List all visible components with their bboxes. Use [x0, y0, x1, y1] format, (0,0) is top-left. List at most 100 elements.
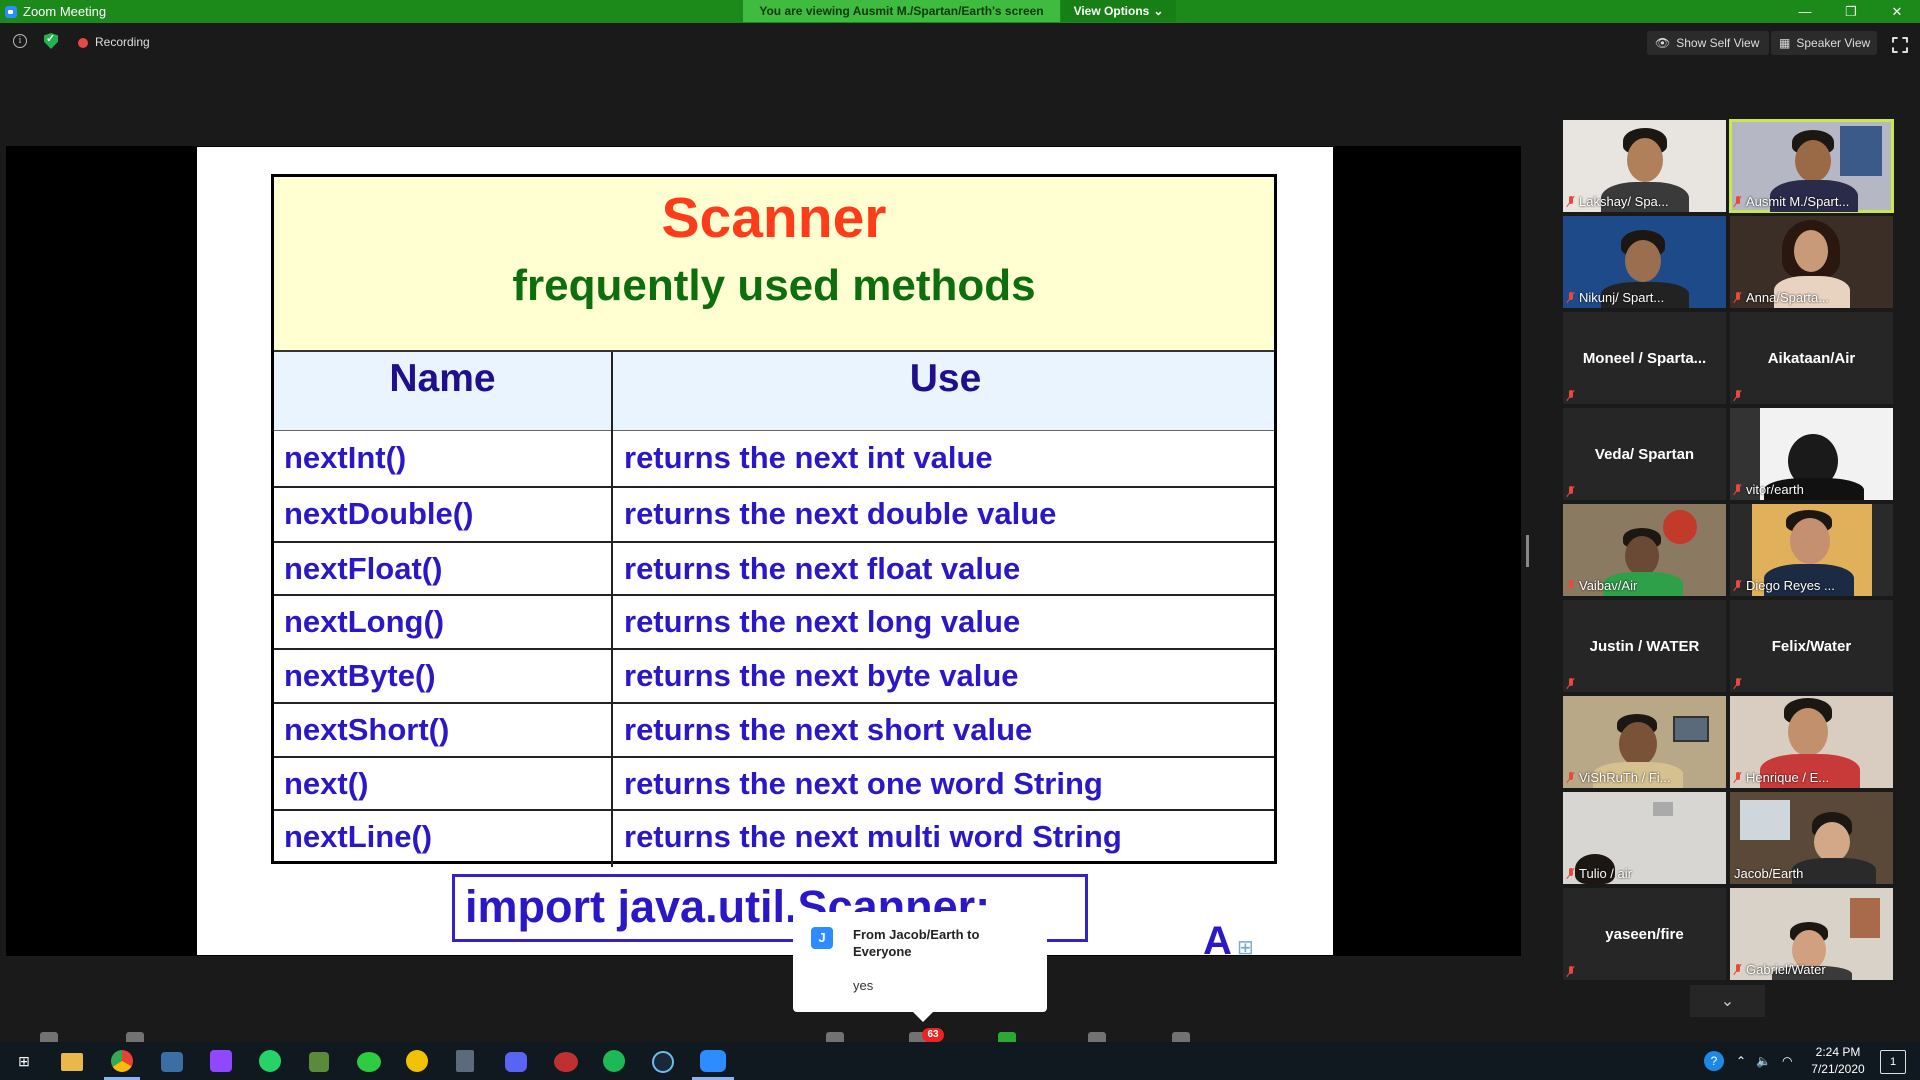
participant-tile[interactable]: Moneel / Sparta...	[1563, 312, 1726, 404]
twitch-icon[interactable]	[210, 1050, 232, 1072]
participant-name: Ausmit M./Spart...	[1746, 194, 1850, 209]
mic-muted-icon	[1734, 484, 1742, 495]
slide-subtitle: frequently used methods	[512, 261, 1036, 310]
help-icon[interactable]: ?	[1704, 1051, 1724, 1071]
view-options-label: View Options	[1073, 4, 1150, 18]
clock-time: 2:24 PM	[1815, 1045, 1861, 1059]
reactions-button-partial[interactable]	[1172, 1032, 1190, 1042]
minimize-button[interactable]: —	[1782, 0, 1828, 23]
participant-tile[interactable]: Ausmit M./Spart...	[1729, 119, 1894, 213]
chrome-icon[interactable]	[111, 1050, 133, 1072]
action-center-icon[interactable]: 1	[1880, 1050, 1906, 1074]
participant-tile[interactable]: Tulio / air	[1563, 792, 1726, 884]
participant-name-center: yaseen/fire	[1605, 925, 1684, 943]
participant-tile[interactable]: Henrique / E...	[1730, 696, 1893, 788]
tray-overflow-icon[interactable]: ⌃	[1736, 1042, 1746, 1080]
slide-logo: A	[1203, 919, 1232, 955]
maximize-button[interactable]: ❐	[1828, 0, 1874, 23]
start-icon[interactable]: ⊞	[11, 1048, 37, 1074]
participant-tile[interactable]: Gabriel/Water	[1730, 888, 1893, 980]
participant-name: Gabriel/Water	[1746, 962, 1826, 977]
mic-muted-icon	[1567, 966, 1575, 977]
wifi-icon[interactable]: ◠	[1782, 1042, 1792, 1080]
participant-gallery: Lakshay/ Spa... Ausmit M./Spart... Nikun…	[1563, 119, 1894, 980]
participant-name: Henrique / E...	[1746, 770, 1830, 785]
chat-notification[interactable]: J From Jacob/Earth to Everyone yes	[793, 912, 1047, 1022]
participant-name-center: Felix/Water	[1771, 637, 1852, 655]
system-clock[interactable]: 2:24 PM 7/21/2020	[1798, 1044, 1878, 1078]
participant-tile[interactable]: ViShRuTh / Fi...	[1563, 696, 1726, 788]
participant-tile[interactable]: vitor/earth	[1730, 408, 1893, 500]
participant-tile[interactable]: Veda/ Spartan	[1563, 408, 1726, 500]
mic-muted-icon	[1734, 964, 1742, 975]
screen-share-banner: You are viewing Ausmit M./Spartan/Earth'…	[743, 0, 1060, 22]
participant-tile[interactable]: Justin / WATER	[1563, 600, 1726, 692]
mic-muted-icon	[1734, 580, 1742, 591]
store-icon[interactable]	[161, 1052, 183, 1072]
participant-tile[interactable]: yaseen/fire	[1563, 888, 1726, 980]
record-button-partial[interactable]	[1088, 1032, 1106, 1042]
mic-muted-icon	[1567, 678, 1575, 689]
participant-tile[interactable]: Nikunj/ Spart...	[1563, 216, 1726, 308]
windows-taskbar	[0, 1042, 1920, 1080]
mic-muted-icon	[1734, 292, 1742, 303]
participant-tile[interactable]: Aikataan/Air	[1730, 312, 1893, 404]
speaker-view-button[interactable]: ▦ Speaker View	[1771, 31, 1877, 55]
mic-muted-icon	[1567, 390, 1575, 401]
show-self-view-button[interactable]: 👁 Show Self View	[1647, 31, 1769, 55]
zoom-icon[interactable]	[700, 1050, 726, 1072]
calculator-icon[interactable]	[456, 1050, 474, 1072]
fullscreen-icon[interactable]	[1892, 37, 1908, 53]
chevron-down-icon: ⌄	[1153, 4, 1164, 18]
window-title: Zoom Meeting	[23, 4, 107, 19]
info-icon[interactable]: i	[13, 34, 27, 48]
mic-muted-icon	[1734, 678, 1742, 689]
mic-muted-icon	[1734, 196, 1742, 207]
mute-button-partial[interactable]	[40, 1032, 58, 1042]
volume-icon[interactable]: 🔈	[1756, 1042, 1771, 1080]
notification-count: 1	[1889, 1056, 1897, 1068]
participant-tile[interactable]: Diego Reyes ...	[1730, 504, 1893, 596]
method-name: nextShort()	[284, 712, 450, 747]
mic-muted-icon	[1567, 486, 1575, 497]
whatsapp-icon[interactable]	[259, 1050, 281, 1072]
spotify-icon[interactable]	[603, 1050, 625, 1072]
recording-dot-icon	[78, 38, 88, 48]
close-button[interactable]: ✕	[1874, 0, 1920, 23]
participant-tile[interactable]: Lakshay/ Spa...	[1563, 120, 1726, 212]
clock-date: 7/21/2020	[1811, 1062, 1865, 1076]
participant-tile[interactable]: Vaibav/Air	[1563, 504, 1726, 596]
cloud-app-icon[interactable]	[357, 1052, 381, 1072]
minecraft-icon[interactable]	[309, 1052, 329, 1072]
chat-message: yes	[853, 978, 874, 993]
mic-muted-icon	[1567, 292, 1575, 303]
speaker-view-label: Speaker View	[1796, 36, 1871, 50]
steam-link-icon[interactable]	[554, 1052, 578, 1072]
method-use: returns the next byte value	[624, 658, 1019, 693]
panel-splitter[interactable]	[1526, 535, 1529, 567]
participant-tile[interactable]: Felix/Water	[1730, 600, 1893, 692]
steam-icon[interactable]	[652, 1051, 674, 1073]
methods-table: Scanner frequently used methods Name Use…	[271, 174, 1277, 867]
security-shield-icon[interactable]	[44, 33, 58, 49]
view-options-button[interactable]: View Options ⌄	[1061, 0, 1176, 22]
share-screen-button-partial[interactable]	[998, 1032, 1016, 1042]
file-explorer-icon[interactable]	[61, 1053, 83, 1071]
gallery-next-page-button[interactable]: ⌄	[1690, 985, 1765, 1017]
mic-muted-icon	[1567, 772, 1575, 783]
participant-tile[interactable]: Anna/Sparta...	[1730, 216, 1893, 308]
zoom-app-icon	[5, 5, 17, 18]
norton-icon[interactable]	[406, 1050, 428, 1072]
video-button-partial[interactable]	[126, 1032, 144, 1042]
participants-button-partial[interactable]	[826, 1032, 844, 1042]
recording-label: Recording	[95, 35, 150, 49]
discord-icon[interactable]	[505, 1052, 527, 1072]
column-header-name: Name	[389, 357, 496, 400]
participant-name: ViShRuTh / Fi...	[1579, 770, 1671, 785]
slide-title: Scanner	[661, 186, 887, 250]
method-use: returns the next multi word String	[624, 819, 1122, 854]
participant-tile[interactable]: Jacob/Earth	[1730, 792, 1893, 884]
method-name: nextLong()	[284, 604, 445, 639]
method-name: nextFloat()	[284, 551, 443, 586]
slide-logo-mark-icon: ⊞	[1237, 937, 1254, 955]
